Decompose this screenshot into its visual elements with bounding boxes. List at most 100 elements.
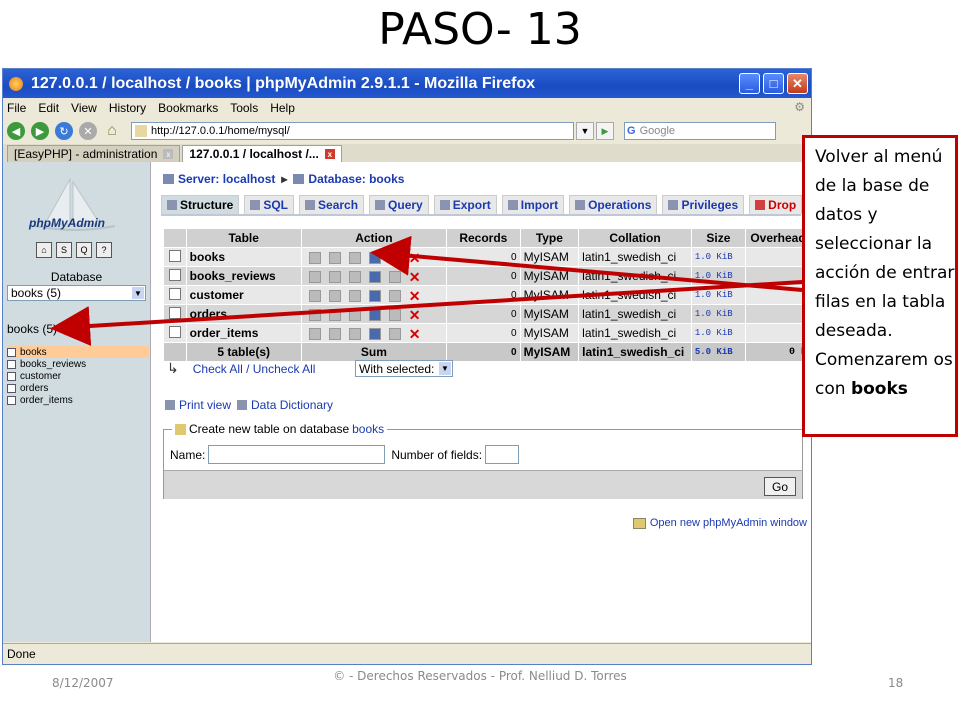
- tab-search[interactable]: Search: [299, 195, 365, 214]
- print-view-link[interactable]: Print view: [179, 398, 231, 412]
- browse-icon[interactable]: [308, 270, 321, 283]
- home-button[interactable]: ⌂: [103, 122, 121, 140]
- menu-tools[interactable]: Tools: [230, 101, 258, 115]
- sidebar-table-item[interactable]: books: [7, 346, 149, 358]
- row-size[interactable]: 1.0 KiB: [690, 323, 747, 343]
- menu-file[interactable]: File: [7, 101, 26, 115]
- sidebar-table-item[interactable]: order_items: [7, 394, 149, 406]
- search-icon[interactable]: [348, 327, 361, 340]
- structure-icon[interactable]: [328, 251, 341, 264]
- tab-drop[interactable]: Drop: [749, 195, 803, 214]
- close-tab-icon[interactable]: x: [324, 149, 335, 159]
- sidebar-table-item[interactable]: orders: [7, 382, 149, 394]
- row-table-name[interactable]: books_reviews: [185, 266, 302, 286]
- row-table-name[interactable]: order_items: [185, 323, 302, 343]
- row-checkbox[interactable]: [168, 325, 181, 338]
- row-table-name[interactable]: customer: [185, 285, 302, 305]
- tab-privileges[interactable]: Privileges: [662, 195, 745, 214]
- url-bar[interactable]: http://127.0.0.1/home/mysql/: [131, 122, 574, 140]
- tab-phpmyadmin[interactable]: 127.0.0.1 / localhost /... x: [182, 145, 342, 162]
- tab-query[interactable]: Query: [369, 195, 429, 214]
- structure-icon[interactable]: [328, 289, 341, 302]
- num-fields-input[interactable]: [485, 445, 520, 464]
- search-input[interactable]: G Google: [624, 122, 776, 140]
- menu-bookmarks[interactable]: Bookmarks: [158, 101, 218, 115]
- row-size[interactable]: 1.0 KiB: [690, 247, 747, 267]
- tab-import[interactable]: Import: [501, 195, 565, 214]
- go-button[interactable]: Go: [764, 477, 796, 496]
- row-checkbox[interactable]: [168, 306, 181, 319]
- empty-icon[interactable]: [388, 308, 401, 321]
- sql-icon[interactable]: S: [56, 242, 72, 258]
- breadcrumb-server[interactable]: Server: localhost: [178, 172, 275, 186]
- tab-easyphp[interactable]: [EasyPHP] - administration x: [7, 145, 181, 162]
- drop-icon[interactable]: ✕: [409, 270, 421, 284]
- drop-icon[interactable]: ✕: [409, 289, 421, 303]
- query-window-icon[interactable]: Q: [76, 242, 92, 258]
- window-titlebar[interactable]: 127.0.0.1 / localhost / books | phpMyAdm…: [3, 69, 811, 98]
- docs-icon[interactable]: ?: [96, 242, 112, 258]
- menu-history[interactable]: History: [109, 101, 146, 115]
- back-button[interactable]: ◀: [7, 122, 25, 140]
- row-table-name[interactable]: books: [185, 247, 302, 267]
- search-icon[interactable]: [348, 270, 361, 283]
- sidebar-db-heading[interactable]: books (5): [7, 322, 57, 336]
- home-icon[interactable]: ⌂: [36, 242, 52, 258]
- open-window-link[interactable]: Open new phpMyAdmin window: [650, 517, 807, 529]
- insert-icon[interactable]: [368, 251, 381, 264]
- search-icon[interactable]: [348, 308, 361, 321]
- database-select[interactable]: books (5) ▼: [7, 285, 146, 301]
- tab-structure[interactable]: Structure: [161, 195, 240, 214]
- insert-icon[interactable]: [368, 327, 381, 340]
- structure-icon[interactable]: [328, 327, 341, 340]
- browse-icon[interactable]: [308, 327, 321, 340]
- row-checkbox[interactable]: [168, 287, 181, 300]
- stop-button[interactable]: ✕: [79, 122, 97, 140]
- check-all-link[interactable]: Check All / Uncheck All: [193, 362, 316, 376]
- empty-icon[interactable]: [388, 327, 401, 340]
- insert-icon[interactable]: [368, 289, 381, 302]
- breadcrumb-database[interactable]: Database: books: [308, 172, 404, 186]
- row-size[interactable]: 1.0 KiB: [690, 285, 747, 305]
- tab-export[interactable]: Export: [433, 195, 497, 214]
- empty-icon[interactable]: [388, 251, 401, 264]
- close-tab-icon[interactable]: x: [163, 149, 174, 159]
- menu-edit[interactable]: Edit: [38, 101, 59, 115]
- maximize-button[interactable]: □: [763, 73, 784, 94]
- browse-icon[interactable]: [308, 308, 321, 321]
- sidebar-table-item[interactable]: books_reviews: [7, 358, 149, 370]
- url-dropdown-button[interactable]: ▼: [576, 122, 594, 140]
- row-checkbox[interactable]: [168, 268, 181, 281]
- drop-icon[interactable]: ✕: [409, 251, 421, 265]
- menu-view[interactable]: View: [71, 101, 97, 115]
- browse-icon[interactable]: [308, 251, 321, 264]
- browse-icon[interactable]: [308, 289, 321, 302]
- sidebar-table-item[interactable]: customer: [7, 370, 149, 382]
- tab-operations[interactable]: Operations: [569, 195, 658, 214]
- search-icon[interactable]: [348, 289, 361, 302]
- forward-button[interactable]: ▶: [31, 122, 49, 140]
- minimize-button[interactable]: _: [739, 73, 760, 94]
- structure-icon[interactable]: [328, 308, 341, 321]
- drop-icon[interactable]: ✕: [409, 308, 421, 322]
- close-button[interactable]: ✕: [787, 73, 808, 94]
- menu-help[interactable]: Help: [270, 101, 295, 115]
- go-arrow-button[interactable]: ▶: [596, 122, 614, 140]
- reload-button[interactable]: ↻: [55, 122, 73, 140]
- structure-icon[interactable]: [328, 270, 341, 283]
- row-size[interactable]: 1.0 KiB: [690, 266, 747, 286]
- with-selected-select[interactable]: With selected: ▼: [355, 360, 453, 377]
- drop-icon[interactable]: ✕: [409, 327, 421, 341]
- empty-icon[interactable]: [388, 289, 401, 302]
- header-table[interactable]: Table: [185, 228, 302, 248]
- tab-sql[interactable]: SQL: [244, 195, 295, 214]
- insert-icon[interactable]: [368, 270, 381, 283]
- data-dictionary-link[interactable]: Data Dictionary: [251, 398, 333, 412]
- table-name-input[interactable]: [208, 445, 386, 464]
- row-table-name[interactable]: orders: [185, 304, 302, 324]
- search-icon[interactable]: [348, 251, 361, 264]
- empty-icon[interactable]: [388, 270, 401, 283]
- row-checkbox[interactable]: [168, 249, 181, 262]
- insert-icon[interactable]: [368, 308, 381, 321]
- row-size[interactable]: 1.0 KiB: [690, 304, 747, 324]
